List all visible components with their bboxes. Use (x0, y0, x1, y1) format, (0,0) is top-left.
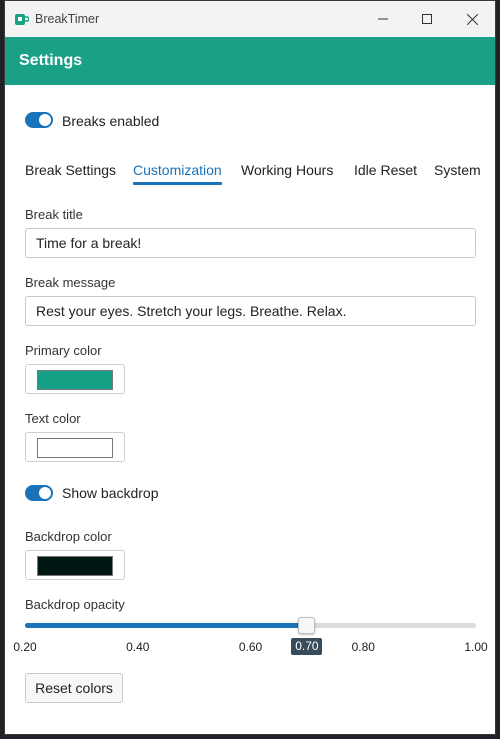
primary-color-label: Primary color (25, 343, 102, 358)
slider-handle[interactable] (298, 617, 316, 634)
text-color-label: Text color (25, 411, 81, 426)
slider-tick-label: 0.60 (238, 640, 263, 654)
reset-colors-button[interactable]: Reset colors (25, 673, 123, 703)
show-backdrop-label: Show backdrop (62, 485, 159, 501)
tab-idle-reset[interactable]: Idle Reset (354, 162, 417, 178)
slider-tick-label: 0.20 (13, 640, 37, 654)
backdrop-opacity-slider[interactable] (25, 623, 476, 628)
backdrop-color-picker[interactable] (25, 550, 125, 580)
break-title-label: Break title (25, 207, 83, 222)
show-backdrop-toggle[interactable] (25, 485, 53, 501)
title-bar[interactable]: BreakTimer (5, 1, 495, 37)
tab-break-settings[interactable]: Break Settings (25, 162, 116, 178)
slider-tick-label: 1.00 (464, 640, 488, 654)
backdrop-color-swatch (37, 556, 113, 576)
toggle-knob (39, 487, 51, 499)
maximize-icon (422, 14, 432, 24)
window-title: BreakTimer (35, 12, 100, 26)
slider-fill (25, 623, 307, 628)
text-color-picker[interactable] (25, 432, 125, 462)
slider-value-tooltip: 0.70 (291, 638, 323, 655)
tab-customization[interactable]: Customization (133, 162, 222, 178)
minimize-icon (378, 18, 388, 20)
breaks-enabled-label: Breaks enabled (62, 113, 160, 129)
backdrop-color-label: Backdrop color (25, 529, 112, 544)
tab-working-hours[interactable]: Working Hours (241, 162, 333, 178)
toggle-knob (39, 114, 51, 126)
slider-tick-label: 0.80 (351, 640, 375, 654)
breaktimer-window: BreakTimer Settings Breaks enabled Break… (4, 0, 496, 735)
breaks-enabled-toggle[interactable] (25, 112, 53, 128)
primary-color-swatch (37, 370, 113, 390)
backdrop-opacity-label: Backdrop opacity (25, 597, 125, 612)
text-color-swatch (37, 438, 113, 458)
tab-system[interactable]: System (434, 162, 481, 178)
slider-tick-label: 0.40 (126, 640, 150, 654)
app-logo-icon (15, 14, 29, 25)
maximize-button[interactable] (404, 1, 450, 37)
minimize-button[interactable] (360, 1, 406, 37)
break-message-label: Break message (25, 275, 116, 290)
active-tab-indicator (133, 182, 222, 185)
break-title-input[interactable]: Time for a break! (25, 228, 476, 258)
settings-header: Settings (5, 37, 495, 85)
close-icon (466, 13, 478, 25)
close-button[interactable] (449, 1, 495, 37)
primary-color-picker[interactable] (25, 364, 125, 394)
break-message-input[interactable]: Rest your eyes. Stretch your legs. Breat… (25, 296, 476, 326)
